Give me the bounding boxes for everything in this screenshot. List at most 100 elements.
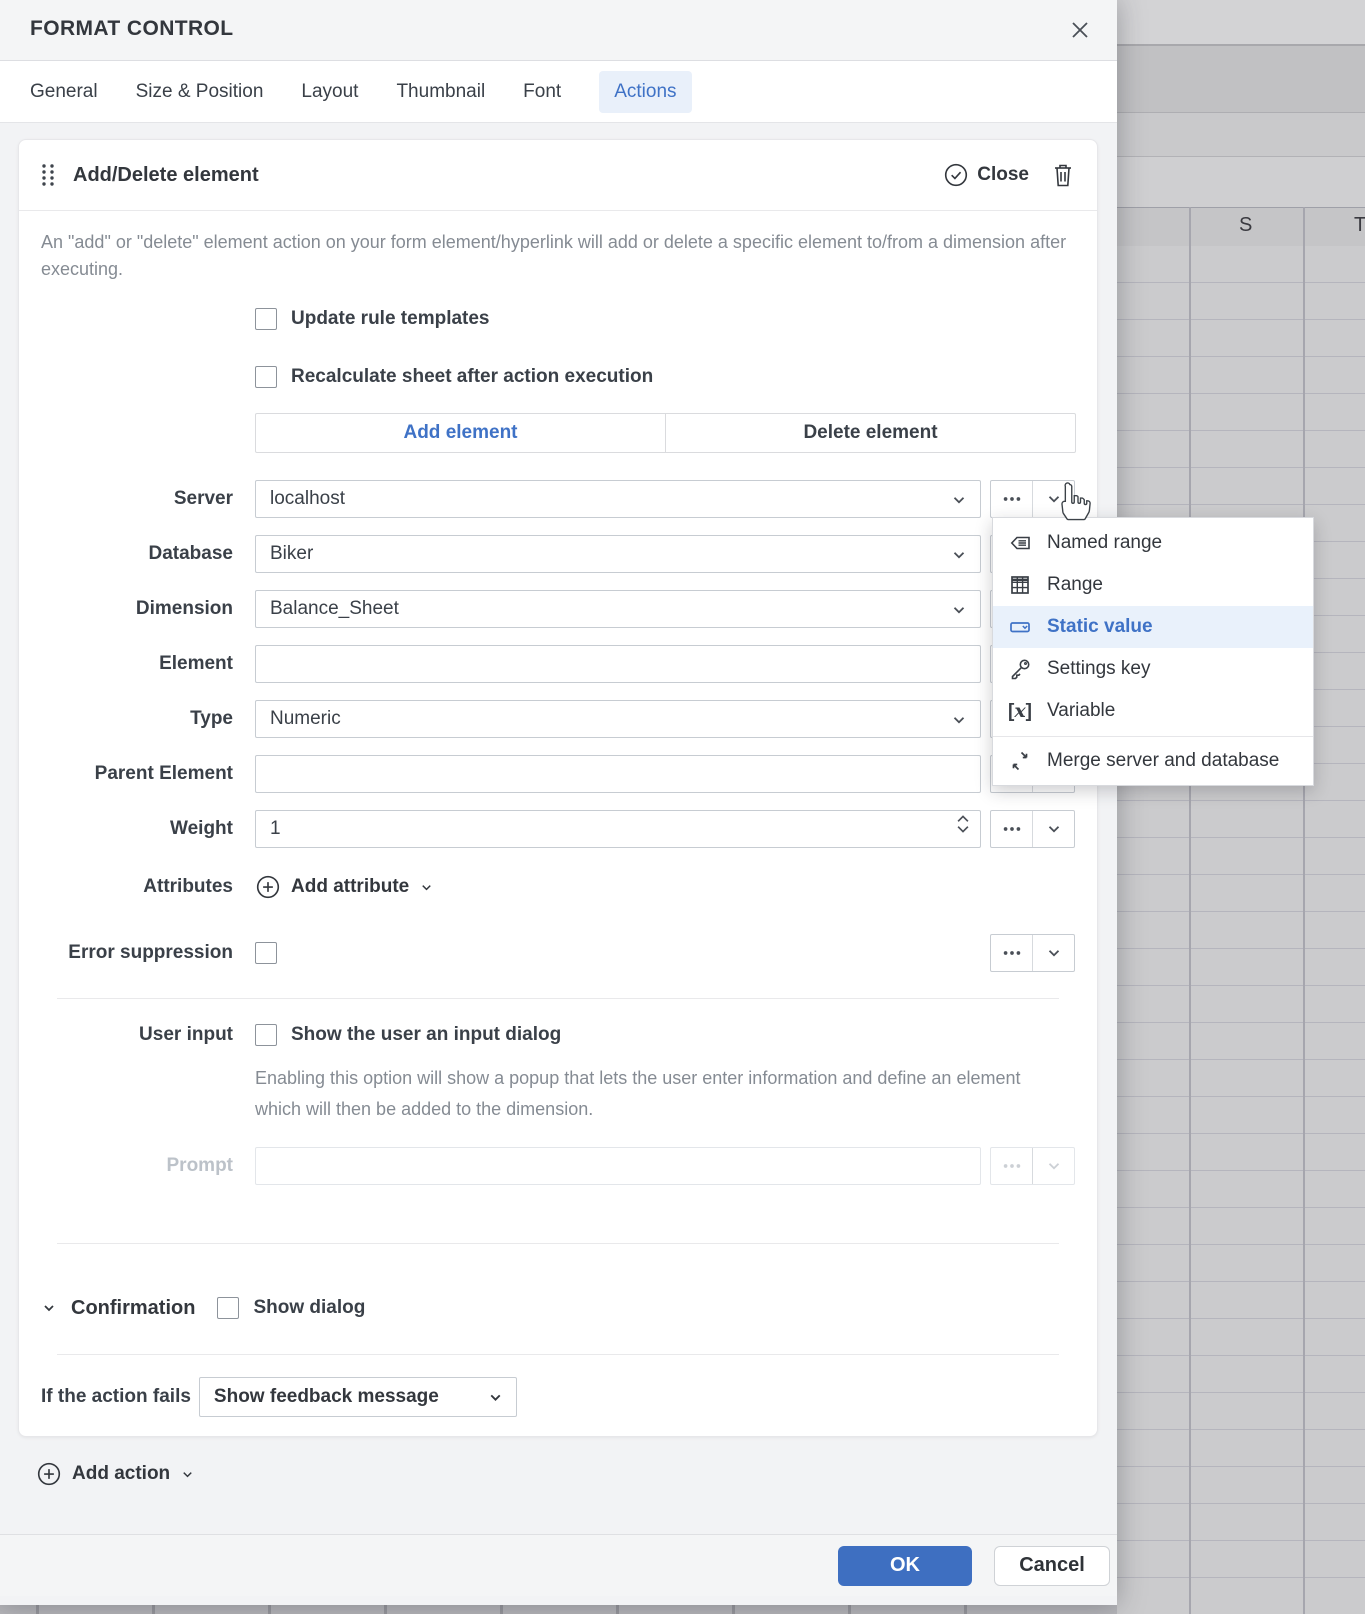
- menu-item-named-range[interactable]: Named range: [993, 522, 1313, 564]
- chevron-up-icon: [957, 815, 969, 822]
- attributes-row: Attributes Add attribute: [41, 872, 1075, 902]
- weight-value: 1: [270, 818, 281, 839]
- menu-item-label: Range: [1047, 574, 1103, 595]
- error-suppression-ellipsis-button[interactable]: [991, 935, 1032, 971]
- action-close-button[interactable]: Close: [943, 162, 1029, 188]
- delete-action-button[interactable]: [1051, 162, 1075, 188]
- update-rule-templates-row: Update rule templates: [255, 305, 1075, 333]
- tab-actions[interactable]: Actions: [599, 70, 692, 113]
- mode-add-element[interactable]: Add element: [256, 414, 665, 452]
- dialog-footer: OK Cancel: [0, 1534, 1117, 1596]
- type-select[interactable]: Numeric: [255, 700, 982, 738]
- dialog-title: FORMAT CONTROL: [30, 17, 234, 40]
- recalculate-sheet-label: Recalculate sheet after action execution: [291, 366, 654, 387]
- check-circle-icon: [945, 163, 968, 187]
- ellipsis-icon: [1003, 951, 1020, 955]
- section-divider: [57, 1354, 1059, 1355]
- chevron-down-icon: [1048, 826, 1059, 833]
- error-suppression-checkbox[interactable]: [255, 942, 277, 964]
- prompt-input[interactable]: [270, 1155, 967, 1177]
- error-suppression-binding-chevron-button[interactable]: [1032, 935, 1074, 971]
- menu-item-variable[interactable]: [x] Variable: [993, 690, 1313, 732]
- dimension-select[interactable]: Balance_Sheet: [255, 590, 982, 628]
- menu-item-static-value[interactable]: Static value: [993, 606, 1313, 648]
- grid-line: [1189, 207, 1191, 1614]
- attributes-label: Attributes: [143, 876, 233, 897]
- error-suppression-row: Error suppression: [41, 934, 1075, 972]
- server-binding-chevron-button[interactable]: [1032, 481, 1074, 517]
- update-rule-templates-label: Update rule templates: [291, 308, 490, 329]
- server-select[interactable]: localhost: [255, 480, 982, 518]
- server-binding-buttons: [990, 480, 1075, 518]
- action-card-header: Add/Delete element Close: [19, 140, 1097, 211]
- weight-binding-buttons: [990, 810, 1075, 848]
- menu-item-merge-server-database[interactable]: Merge server and database: [993, 741, 1313, 781]
- spreadsheet-background: S T: [1117, 0, 1365, 1614]
- menu-item-label: Merge server and database: [1047, 750, 1280, 771]
- close-icon: [1072, 22, 1088, 38]
- error-suppression-binding-buttons: [990, 934, 1075, 972]
- weight-spinner[interactable]: [956, 814, 970, 834]
- tab-general[interactable]: General: [30, 81, 98, 103]
- plus-circle-icon: [256, 875, 280, 899]
- recalculate-sheet-row: Recalculate sheet after action execution: [255, 363, 1075, 391]
- ok-button[interactable]: OK: [838, 1545, 972, 1586]
- server-label: Server: [173, 488, 233, 509]
- mode-delete-element[interactable]: Delete element: [665, 414, 1075, 452]
- column-header-t: T: [1354, 214, 1365, 236]
- collapse-chevron-icon[interactable]: [41, 1300, 57, 1316]
- drag-handle-icon[interactable]: [41, 163, 55, 187]
- element-row: Element: [41, 645, 1075, 683]
- tab-thumbnail[interactable]: Thumbnail: [396, 81, 485, 103]
- recalculate-sheet-checkbox[interactable]: [255, 366, 277, 388]
- weight-binding-chevron-button[interactable]: [1032, 811, 1074, 847]
- database-select[interactable]: Biker: [255, 535, 982, 573]
- formula-bar-band: [1117, 113, 1365, 157]
- user-input-checkbox[interactable]: [255, 1024, 277, 1046]
- prompt-binding-chevron-button[interactable]: [1032, 1148, 1074, 1184]
- dimension-row: Dimension Balance_Sheet: [41, 590, 1075, 628]
- add-attribute-button[interactable]: Add attribute: [255, 874, 434, 900]
- parent-element-input[interactable]: [270, 763, 967, 785]
- action-card-body: An "add" or "delete" element action on y…: [19, 211, 1097, 1417]
- prompt-input-wrap: [255, 1147, 982, 1185]
- prompt-row: Prompt: [41, 1147, 1075, 1185]
- named-range-icon: [1007, 531, 1033, 555]
- parent-element-input-wrap: [255, 755, 982, 793]
- prompt-binding-buttons: [990, 1147, 1075, 1185]
- chevron-down-icon: [950, 491, 968, 509]
- chevron-down-icon: [950, 601, 968, 619]
- weight-ellipsis-button[interactable]: [991, 811, 1032, 847]
- action-fail-select[interactable]: Show feedback message: [198, 1377, 517, 1417]
- confirmation-row: Confirmation Show dialog: [41, 1294, 1075, 1322]
- user-input-row: User input Show the user an input dialog: [41, 1021, 1075, 1049]
- server-value: localhost: [270, 488, 345, 509]
- prompt-ellipsis-button[interactable]: [991, 1148, 1032, 1184]
- user-input-description: Enabling this option will show a popup t…: [255, 1068, 1021, 1119]
- ellipsis-icon: [1003, 497, 1020, 501]
- confirmation-show-dialog-checkbox[interactable]: [217, 1297, 240, 1319]
- ribbon-band: [1117, 0, 1365, 46]
- action-card-title: Add/Delete element: [73, 163, 259, 186]
- chevron-down-icon: [487, 1389, 504, 1406]
- error-suppression-label: Error suppression: [68, 942, 233, 963]
- prompt-label: Prompt: [166, 1155, 234, 1176]
- weight-stepper: 1: [255, 810, 982, 848]
- element-input[interactable]: [270, 653, 967, 675]
- menu-item-range[interactable]: Range: [993, 564, 1313, 606]
- confirmation-label: Confirmation: [71, 1296, 196, 1319]
- tab-font[interactable]: Font: [523, 81, 561, 103]
- server-ellipsis-button[interactable]: [991, 481, 1032, 517]
- menu-item-settings-key[interactable]: Settings key: [993, 648, 1313, 690]
- tab-size-position[interactable]: Size & Position: [136, 81, 264, 103]
- type-row: Type Numeric: [41, 700, 1075, 738]
- add-action-label: Add action: [72, 1463, 171, 1484]
- add-action-button[interactable]: Add action: [36, 1459, 1098, 1489]
- user-input-checkbox-label: Show the user an input dialog: [291, 1024, 562, 1045]
- cancel-button[interactable]: Cancel: [994, 1545, 1110, 1586]
- tab-layout[interactable]: Layout: [301, 81, 358, 103]
- update-rule-templates-checkbox[interactable]: [255, 308, 277, 330]
- action-fail-row: If the action fails Show feedback messag…: [41, 1377, 1075, 1417]
- dialog-close-button[interactable]: [1064, 14, 1096, 46]
- variable-icon: [x]: [1008, 699, 1032, 722]
